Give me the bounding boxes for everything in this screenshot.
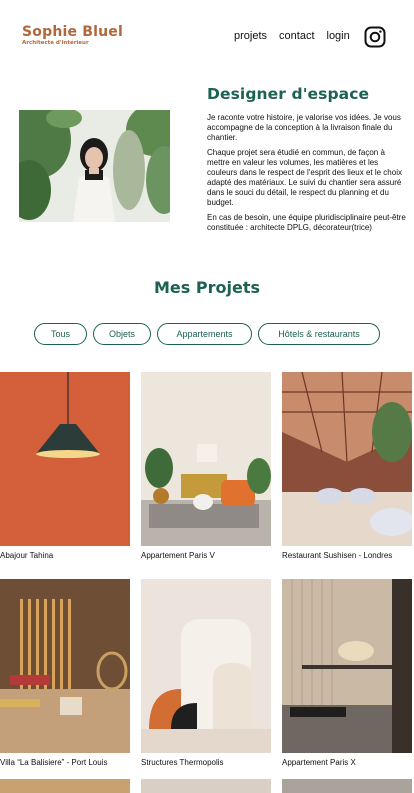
project-caption: Structures Thermopolis <box>141 758 224 767</box>
project-image <box>0 372 130 546</box>
logo-subtitle: Architecte d'intérieur <box>22 40 89 46</box>
intro-paragraph: En cas de besoin, une équipe pluridiscip… <box>207 213 406 232</box>
project-card[interactable] <box>0 779 130 793</box>
project-image <box>141 779 271 793</box>
project-image <box>0 779 130 793</box>
intro-title: Designer d'espace <box>207 85 370 103</box>
project-card[interactable] <box>141 779 271 793</box>
project-caption: Appartement Paris X <box>282 758 356 767</box>
project-card[interactable]: Appartement Paris X <box>282 579 412 768</box>
project-card[interactable]: Abajour Tahina <box>0 372 130 561</box>
project-caption: Abajour Tahina <box>0 551 54 560</box>
logo-name: Sophie Bluel <box>22 24 123 40</box>
nav-contact[interactable]: contact <box>279 30 314 42</box>
portrait-photo <box>19 110 170 222</box>
project-image <box>282 579 412 753</box>
filter-tous[interactable]: Tous <box>34 323 87 345</box>
intro-paragraph: Chaque projet sera étudié en commun, de … <box>207 148 402 207</box>
project-card[interactable]: Restaurant Sushisen - Londres <box>282 372 412 561</box>
project-image <box>282 372 412 546</box>
project-caption: Appartement Paris V <box>141 551 215 560</box>
instagram-icon[interactable] <box>364 26 386 48</box>
project-caption: Restaurant Sushisen - Londres <box>282 551 393 560</box>
project-caption: Villa “La Balisiere” - Port Louis <box>0 758 108 767</box>
project-image <box>141 372 271 546</box>
project-image <box>0 579 130 753</box>
filter-objets[interactable]: Objets <box>93 323 151 345</box>
project-filters: Tous Objets Appartements Hôtels & restau… <box>34 323 380 345</box>
logo[interactable]: Sophie Bluel Architecte d'intérieur <box>22 25 123 47</box>
project-card[interactable]: Structures Thermopolis <box>141 579 271 768</box>
project-card[interactable]: Appartement Paris V <box>141 372 271 561</box>
intro-section: Designer d'espace Je raconte votre histo… <box>207 85 407 238</box>
project-image <box>141 579 271 753</box>
project-image <box>282 779 412 793</box>
project-card[interactable] <box>282 779 412 793</box>
filter-hotels-restaurants[interactable]: Hôtels & restaurants <box>258 323 380 345</box>
intro-paragraph: Je raconte votre histoire, je valorise v… <box>207 113 401 142</box>
projects-title: Mes Projets <box>154 278 260 297</box>
nav-login[interactable]: login <box>327 30 350 42</box>
nav-projets[interactable]: projets <box>234 30 267 42</box>
main-nav: projets contact login <box>234 30 362 42</box>
site-header: Sophie Bluel Architecte d'intérieur proj… <box>0 0 414 75</box>
filter-appartements[interactable]: Appartements <box>157 323 252 345</box>
project-card[interactable]: Villa “La Balisiere” - Port Louis <box>0 579 130 768</box>
